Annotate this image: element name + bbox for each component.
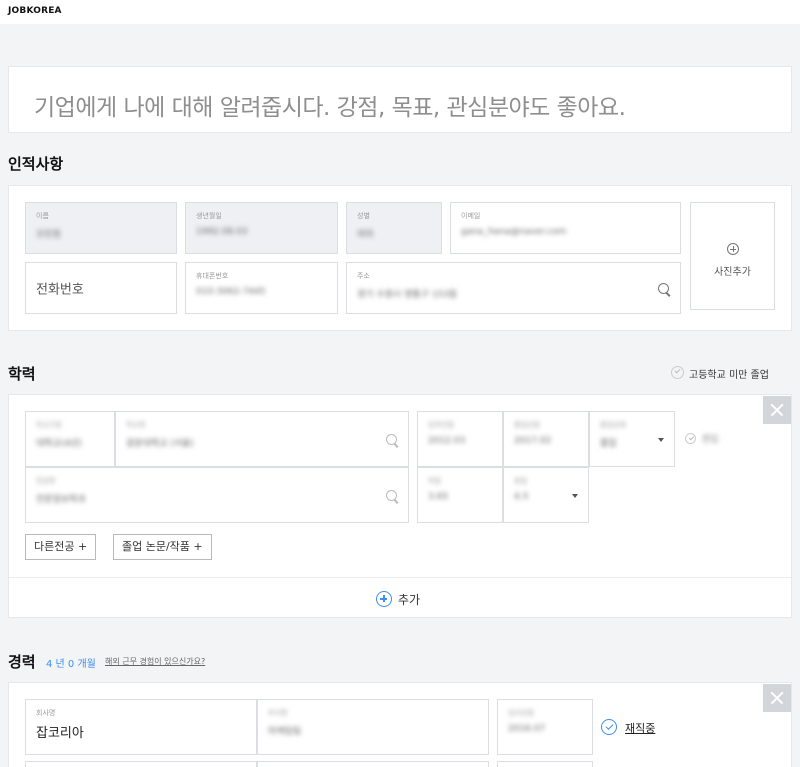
graduation-field[interactable]: 졸업년월 2017.02	[503, 411, 589, 467]
plus-circle-icon	[727, 243, 739, 255]
school-name-label: 학교명	[126, 421, 146, 429]
major-field[interactable]: 전공명 전문정보학과	[25, 467, 409, 523]
add-label: 추가	[398, 593, 421, 607]
admission-label: 입학년월	[428, 421, 454, 429]
education-title: 학력	[8, 365, 36, 383]
birth-value: 1992.08.03	[196, 227, 248, 237]
intro-input[interactable]: 기업에게 나에 대해 알려줍시다. 강점, 목표, 관심분야도 좋아요.	[8, 66, 792, 133]
status-label: 졸업상태	[600, 421, 626, 429]
personal-title: 인적사항	[8, 155, 64, 173]
join-date-label: 입사년월	[508, 709, 534, 717]
status-select[interactable]: 졸업상태 졸업	[589, 411, 675, 467]
education-card: 학교구분 대학교(4년) 학교명 광운대학교 (서울) 입학년월 2012.03…	[8, 394, 792, 618]
mobile-label: 휴대폰번호	[196, 272, 229, 280]
phone-field[interactable]: 전화번호	[25, 262, 177, 314]
school-type-label: 학교구분	[36, 421, 62, 429]
email-label: 이메일	[461, 212, 481, 220]
name-value: 오민정	[36, 230, 61, 240]
close-icon[interactable]	[763, 396, 791, 424]
major-value: 전문정보학과	[36, 495, 86, 505]
address-field[interactable]: 주소 경기 수원시 영통구 153동	[346, 262, 681, 314]
top-bar: JOBKOREA	[0, 0, 800, 24]
admission-field[interactable]: 입학년월 2012.03	[417, 411, 503, 467]
gender-field[interactable]: 성별 여자	[346, 202, 442, 254]
department-value: 마케팅팀	[268, 727, 302, 737]
department-label: 부서명	[268, 709, 288, 717]
school-name-field[interactable]: 학교명 광운대학교 (서울)	[115, 411, 409, 467]
address-value: 경기 수원시 영통구 153동	[357, 290, 458, 300]
check-circle-icon	[671, 366, 684, 379]
graduation-label: 졸업년월	[514, 421, 540, 429]
job-field[interactable]	[257, 761, 489, 767]
birth-field[interactable]: 생년월일 1992.08.03	[185, 202, 338, 254]
school-name-value: 광운대학교 (서울)	[126, 439, 194, 449]
gpa-label: 학점	[428, 477, 441, 485]
employed-label: 재직중	[625, 722, 656, 735]
join-date-field[interactable]: 입사년월 2016.07	[497, 699, 593, 755]
company-value: 잡코리아	[36, 726, 84, 741]
salary-field[interactable]	[497, 761, 593, 767]
check-circle-icon	[601, 719, 617, 735]
name-field[interactable]: 이름 오민정	[25, 202, 177, 254]
school-type-value: 대학교(4년)	[36, 439, 82, 449]
email-field[interactable]: 이메일 gana_hana@naver.com	[450, 202, 681, 254]
graduation-value: 2017.02	[514, 436, 552, 446]
chevron-down-icon	[572, 494, 578, 498]
address-label: 주소	[357, 272, 370, 280]
transfer-label: 편입	[702, 435, 719, 445]
gpa-max-value: 4.5	[514, 492, 529, 502]
company-label: 회사명	[36, 709, 56, 717]
plus-circle-icon	[376, 591, 392, 607]
photo-add-label: 사진추가	[714, 267, 751, 278]
check-circle-icon	[685, 433, 696, 444]
divider	[9, 577, 791, 578]
career-duration: 4 년 0 개월	[46, 659, 96, 670]
gpa-field[interactable]: 학점 3.65	[417, 467, 503, 523]
status-value: 졸업	[600, 439, 617, 449]
jobkorea-logo[interactable]: JOBKOREA	[8, 6, 62, 16]
career-card: 회사명 잡코리아 부서명 마케팅팀 입사년월 2016.07 재직중	[8, 682, 792, 767]
close-icon[interactable]	[763, 684, 791, 712]
major-label: 전공명	[36, 477, 56, 485]
gpa-max-label: 총점	[514, 477, 527, 485]
birth-label: 생년월일	[196, 212, 222, 220]
search-icon[interactable]	[386, 490, 399, 503]
admission-value: 2012.03	[428, 436, 466, 446]
photo-add-button[interactable]: 사진추가	[690, 202, 775, 310]
email-value: gana_hana@naver.com	[461, 227, 567, 237]
mobile-value: 010-3062-7445	[196, 287, 266, 297]
search-icon[interactable]	[658, 283, 671, 296]
position-field[interactable]	[25, 761, 257, 767]
below-high-school-label: 고등학교 미만 졸업	[689, 370, 769, 381]
intro-placeholder: 기업에게 나에 대해 알려줍시다. 강점, 목표, 관심분야도 좋아요.	[34, 95, 626, 121]
gpa-max-select[interactable]: 총점 4.5	[503, 467, 589, 523]
school-type-field[interactable]: 학교구분 대학교(4년)	[25, 411, 115, 467]
company-field[interactable]: 회사명 잡코리아	[25, 699, 257, 755]
department-field[interactable]: 부서명 마케팅팀	[257, 699, 489, 755]
phone-placeholder: 전화번호	[36, 282, 84, 298]
name-label: 이름	[36, 212, 49, 220]
chevron-down-icon	[658, 438, 664, 442]
join-date-value: 2016.07	[508, 724, 546, 734]
gpa-value: 3.65	[428, 492, 449, 502]
other-major-button[interactable]: 다른전공 +	[25, 534, 97, 560]
mobile-field[interactable]: 휴대폰번호 010-3062-7445	[185, 262, 338, 314]
gender-label: 성별	[357, 212, 370, 220]
career-title: 경력	[8, 653, 36, 671]
personal-card: 이름 오민정 생년월일 1992.08.03 성별 여자 이메일 gana_ha…	[8, 185, 792, 331]
gender-value: 여자	[357, 230, 374, 240]
overseas-link[interactable]: 해외 근무 경험이 있으신가요?	[105, 656, 205, 667]
thesis-button[interactable]: 졸업 논문/작품 +	[113, 534, 212, 560]
search-icon[interactable]	[386, 434, 399, 447]
